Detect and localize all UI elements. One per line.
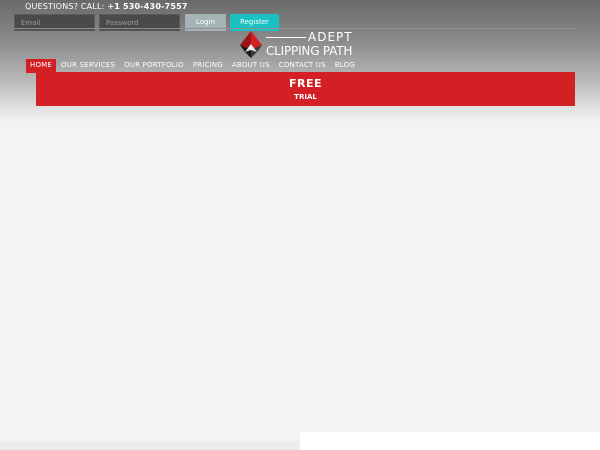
banner-title: FREE: [288, 77, 322, 90]
contact-label: QUESTIONS? CALL:: [25, 2, 105, 11]
logo-line1-text: ADEPT: [308, 30, 353, 44]
logo-icon: [240, 31, 262, 58]
logo-line2: CLIPPING PATH: [266, 44, 353, 58]
nav-item-our-portfolio[interactable]: OUR PORTFOLIO: [120, 59, 188, 71]
page: QUESTIONS? CALL: +1 530-430-7557 Login R…: [0, 0, 600, 450]
nav-item-blog[interactable]: BLOG: [331, 59, 359, 71]
nav-item-our-services[interactable]: OUR SERVICES: [57, 59, 119, 71]
main-nav: HOME OUR SERVICES OUR PORTFOLIO PRICING …: [26, 59, 360, 73]
footer-strip-left: [0, 441, 300, 450]
header-divider: [14, 28, 576, 29]
logo-rule: [266, 37, 306, 38]
logo-line1: ADEPT: [266, 30, 353, 44]
banner-subtitle: TRIAL: [294, 93, 317, 101]
nav-item-home[interactable]: HOME: [26, 59, 57, 73]
site-logo[interactable]: ADEPT CLIPPING PATH: [240, 30, 360, 58]
nav-item-pricing[interactable]: PRICING: [189, 59, 227, 71]
nav-item-contact-us[interactable]: CONTACT US: [275, 59, 330, 71]
free-trial-banner[interactable]: FREE TRIAL: [36, 72, 575, 106]
nav-item-about-us[interactable]: ABOUT US: [228, 59, 274, 71]
phone-number[interactable]: +1 530-430-7557: [107, 2, 187, 11]
contact-line: QUESTIONS? CALL: +1 530-430-7557: [25, 2, 188, 11]
footer-strip-right: [300, 432, 600, 450]
